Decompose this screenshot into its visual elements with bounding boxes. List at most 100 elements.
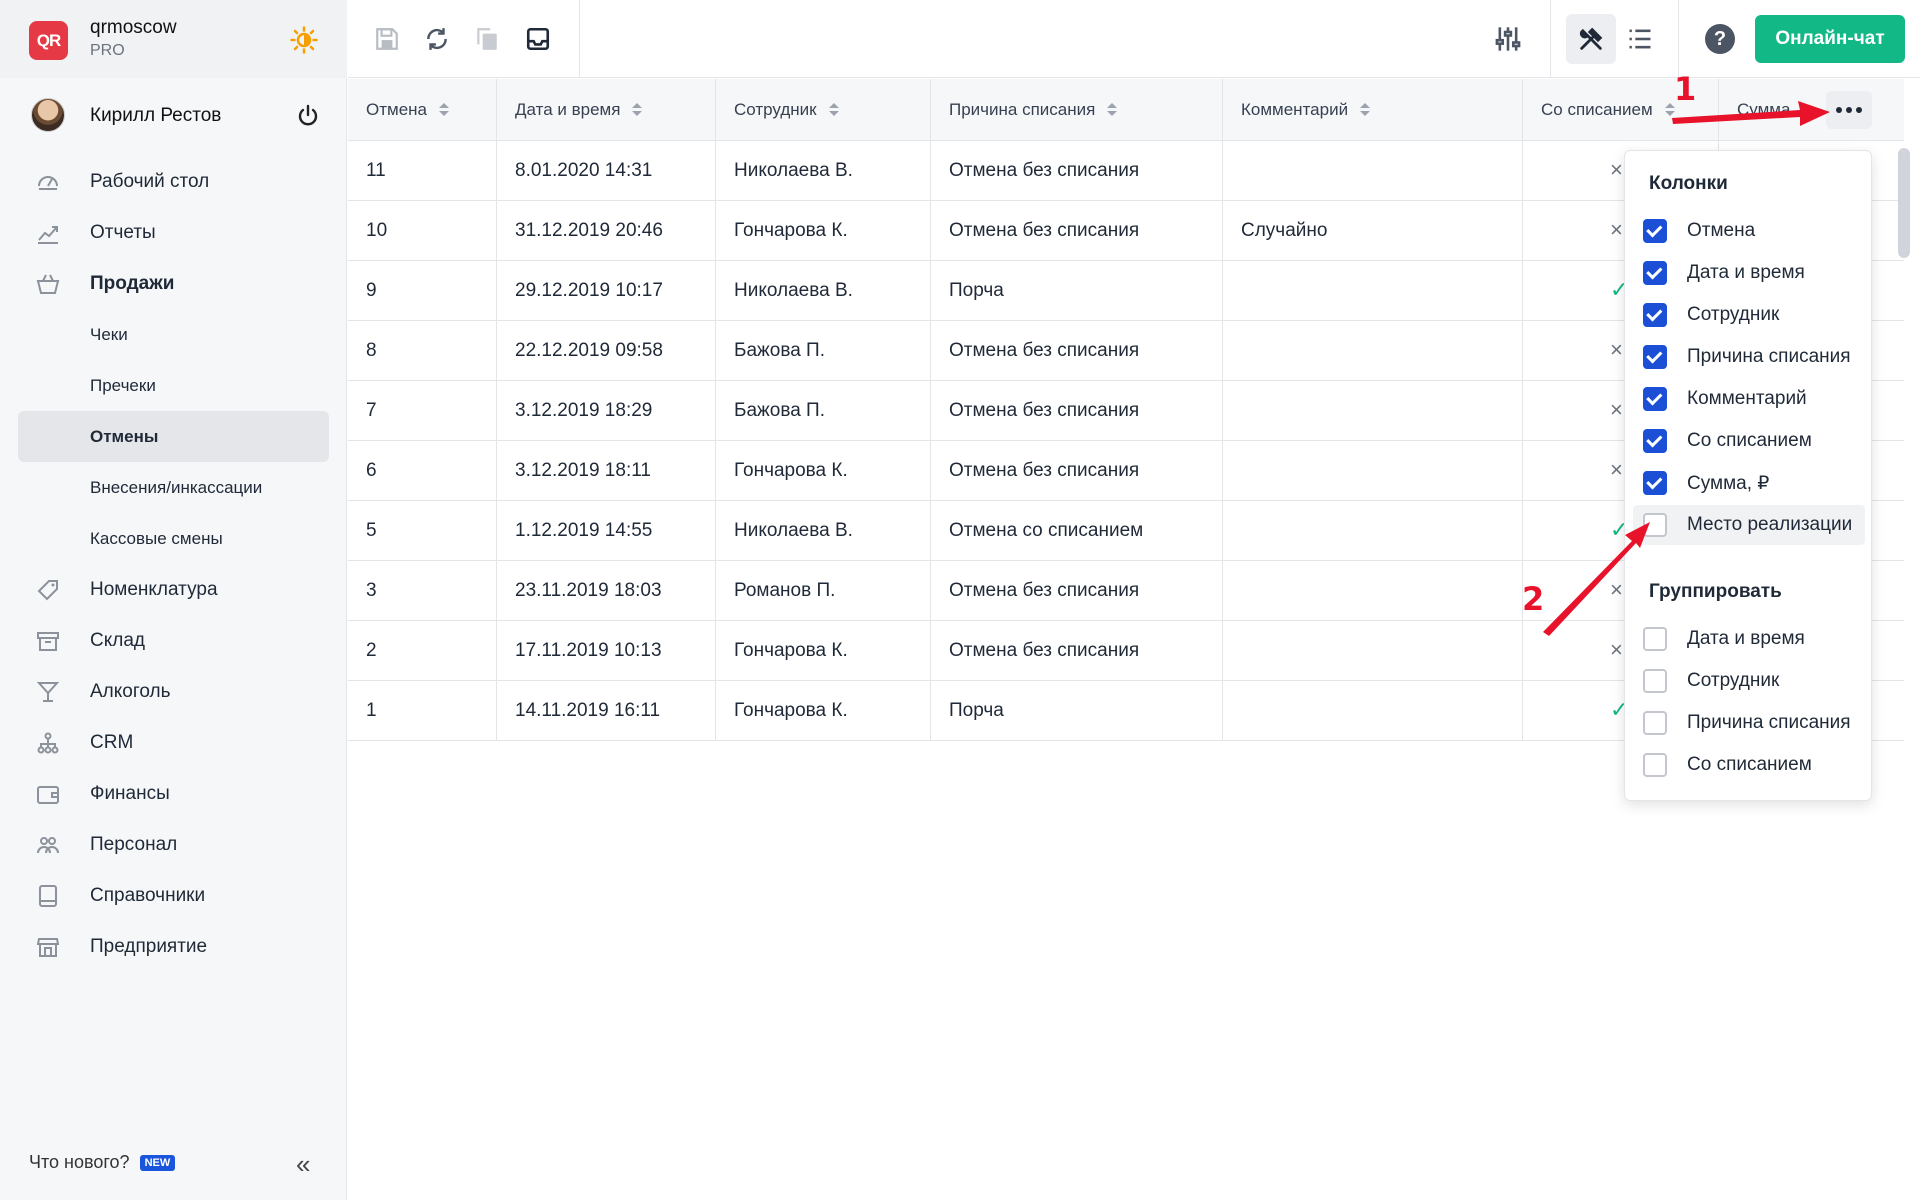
checkbox[interactable] <box>1643 471 1667 495</box>
power-icon[interactable] <box>296 104 320 128</box>
network-icon <box>37 732 59 754</box>
nav-item-references[interactable]: Справочники <box>0 870 347 921</box>
app-logo: QR <box>29 21 68 60</box>
checkbox[interactable] <box>1643 711 1667 735</box>
nav-sub-shifts[interactable]: Кассовые смены <box>0 513 347 564</box>
cell-comment <box>1223 141 1523 201</box>
column-visibility-option[interactable]: Сумма, ₽ <box>1633 463 1865 503</box>
sort-icon[interactable] <box>439 103 449 117</box>
nav-item-finance[interactable]: Финансы <box>0 768 347 819</box>
cell-reason: Порча <box>931 681 1223 741</box>
checkbox[interactable] <box>1643 219 1667 243</box>
more-options-button[interactable] <box>1826 91 1872 129</box>
column-visibility-option[interactable]: Дата и время <box>1633 253 1865 293</box>
tools-icon[interactable] <box>1576 24 1606 54</box>
column-header-sum[interactable]: Сумма <box>1719 79 1904 141</box>
column-header-cancel[interactable]: Отмена <box>348 79 497 141</box>
nav-label: Алкоголь <box>90 680 171 702</box>
cell-datetime: 3.12.2019 18:11 <box>497 441 716 501</box>
checkbox[interactable] <box>1643 303 1667 327</box>
vertical-scrollbar[interactable] <box>1898 148 1910 258</box>
nav-item-crm[interactable]: CRM <box>0 717 347 768</box>
save-icon[interactable] <box>372 24 402 54</box>
cocktail-icon <box>36 682 60 702</box>
nav-sub-checks[interactable]: Чеки <box>0 309 347 360</box>
cell-reason: Отмена без списания <box>931 621 1223 681</box>
checkbox[interactable] <box>1643 669 1667 693</box>
nav-item-staff[interactable]: Персонал <box>0 819 347 870</box>
nav-item-enterprise[interactable]: Предприятие <box>0 921 347 972</box>
nav-item-warehouse[interactable]: Склад <box>0 615 347 666</box>
nav-sub-deposits[interactable]: Внесения/инкассации <box>0 462 347 513</box>
nav-sub-prechecks[interactable]: Пречеки <box>0 360 347 411</box>
filter-sliders-icon[interactable] <box>1493 24 1523 54</box>
checkbox[interactable] <box>1643 627 1667 651</box>
cross-mark-icon: × <box>1610 337 1623 362</box>
inbox-icon[interactable] <box>523 24 553 54</box>
annotation-number-1: 1 <box>1674 70 1697 108</box>
checkbox[interactable] <box>1643 753 1667 777</box>
group-by-option[interactable]: Дата и время <box>1633 619 1865 659</box>
group-by-option[interactable]: Причина списания <box>1633 703 1865 743</box>
cell-cancel-id: 9 <box>348 261 497 321</box>
copy-icon[interactable] <box>472 24 502 54</box>
theme-sun-icon[interactable] <box>290 26 318 54</box>
cell-reason: Отмена без списания <box>931 321 1223 381</box>
cell-comment <box>1223 621 1523 681</box>
column-header-datetime[interactable]: Дата и время <box>497 79 716 141</box>
sort-icon[interactable] <box>828 103 839 117</box>
checkbox[interactable] <box>1643 345 1667 369</box>
refresh-icon[interactable] <box>422 24 452 54</box>
list-view-icon[interactable] <box>1625 24 1655 54</box>
column-visibility-option[interactable]: Причина списания <box>1633 337 1865 377</box>
sort-icon[interactable] <box>1360 103 1371 117</box>
cell-reason: Порча <box>931 261 1223 321</box>
toolbar-divider <box>1550 0 1551 78</box>
column-visibility-option[interactable]: Отмена <box>1633 211 1865 251</box>
cell-datetime: 22.12.2019 09:58 <box>497 321 716 381</box>
annotation-number-2: 2 <box>1522 580 1545 618</box>
column-visibility-option[interactable]: Сотрудник <box>1633 295 1865 335</box>
cell-employee: Романов П. <box>716 561 931 621</box>
nav-label: Рабочий стол <box>90 170 210 192</box>
whats-new-link[interactable]: Что нового? NEW <box>29 1152 176 1173</box>
store-icon <box>36 938 60 957</box>
checkbox[interactable] <box>1643 429 1667 453</box>
column-visibility-option[interactable]: Место реализации <box>1633 505 1865 545</box>
cell-reason: Отмена без списания <box>931 201 1223 261</box>
nav-item-reports[interactable]: Отчеты <box>0 207 347 258</box>
nav-label: Продажи <box>90 272 175 294</box>
org-name[interactable]: qrmoscow <box>90 17 177 39</box>
box-icon <box>37 632 59 651</box>
column-header-employee[interactable]: Сотрудник <box>716 79 931 141</box>
online-chat-button[interactable]: Онлайн-чат <box>1755 15 1905 63</box>
option-label: Отмена <box>1687 220 1756 241</box>
nav-item-sales[interactable]: Продажи <box>0 258 347 309</box>
plan-label: PRO <box>90 42 125 59</box>
group-by-option[interactable]: Сотрудник <box>1633 661 1865 701</box>
collapse-sidebar-icon[interactable]: « <box>296 1151 310 1177</box>
checkbox[interactable] <box>1643 387 1667 411</box>
checkbox[interactable] <box>1643 513 1667 537</box>
dashboard-icon <box>38 176 58 190</box>
column-header-reason[interactable]: Причина списания <box>931 79 1223 141</box>
sort-icon[interactable] <box>632 103 643 117</box>
help-icon[interactable]: ? <box>1705 24 1735 54</box>
brand-header: QR qrmoscow PRO <box>0 0 347 78</box>
group-by-option[interactable]: Со списанием <box>1633 745 1865 785</box>
column-visibility-option[interactable]: Со списанием <box>1633 421 1865 461</box>
nav-item-nomenclature[interactable]: Номенклатура <box>0 564 347 615</box>
toolbar-divider <box>1678 0 1679 78</box>
nav-item-alcohol[interactable]: Алкоголь <box>0 666 347 717</box>
column-visibility-option[interactable]: Комментарий <box>1633 379 1865 419</box>
nav-item-dashboard[interactable]: Рабочий стол <box>0 156 347 207</box>
cell-comment <box>1223 261 1523 321</box>
option-label: Сумма, ₽ <box>1687 472 1770 494</box>
avatar[interactable] <box>31 98 65 132</box>
nav-sub-cancellations[interactable]: Отмены <box>18 411 329 462</box>
sort-icon[interactable] <box>1107 103 1118 117</box>
checkbox[interactable] <box>1643 261 1667 285</box>
column-header-comment[interactable]: Комментарий <box>1223 79 1523 141</box>
option-label: Причина списания <box>1687 712 1851 733</box>
user-name[interactable]: Кирилл Рестов <box>90 105 221 127</box>
